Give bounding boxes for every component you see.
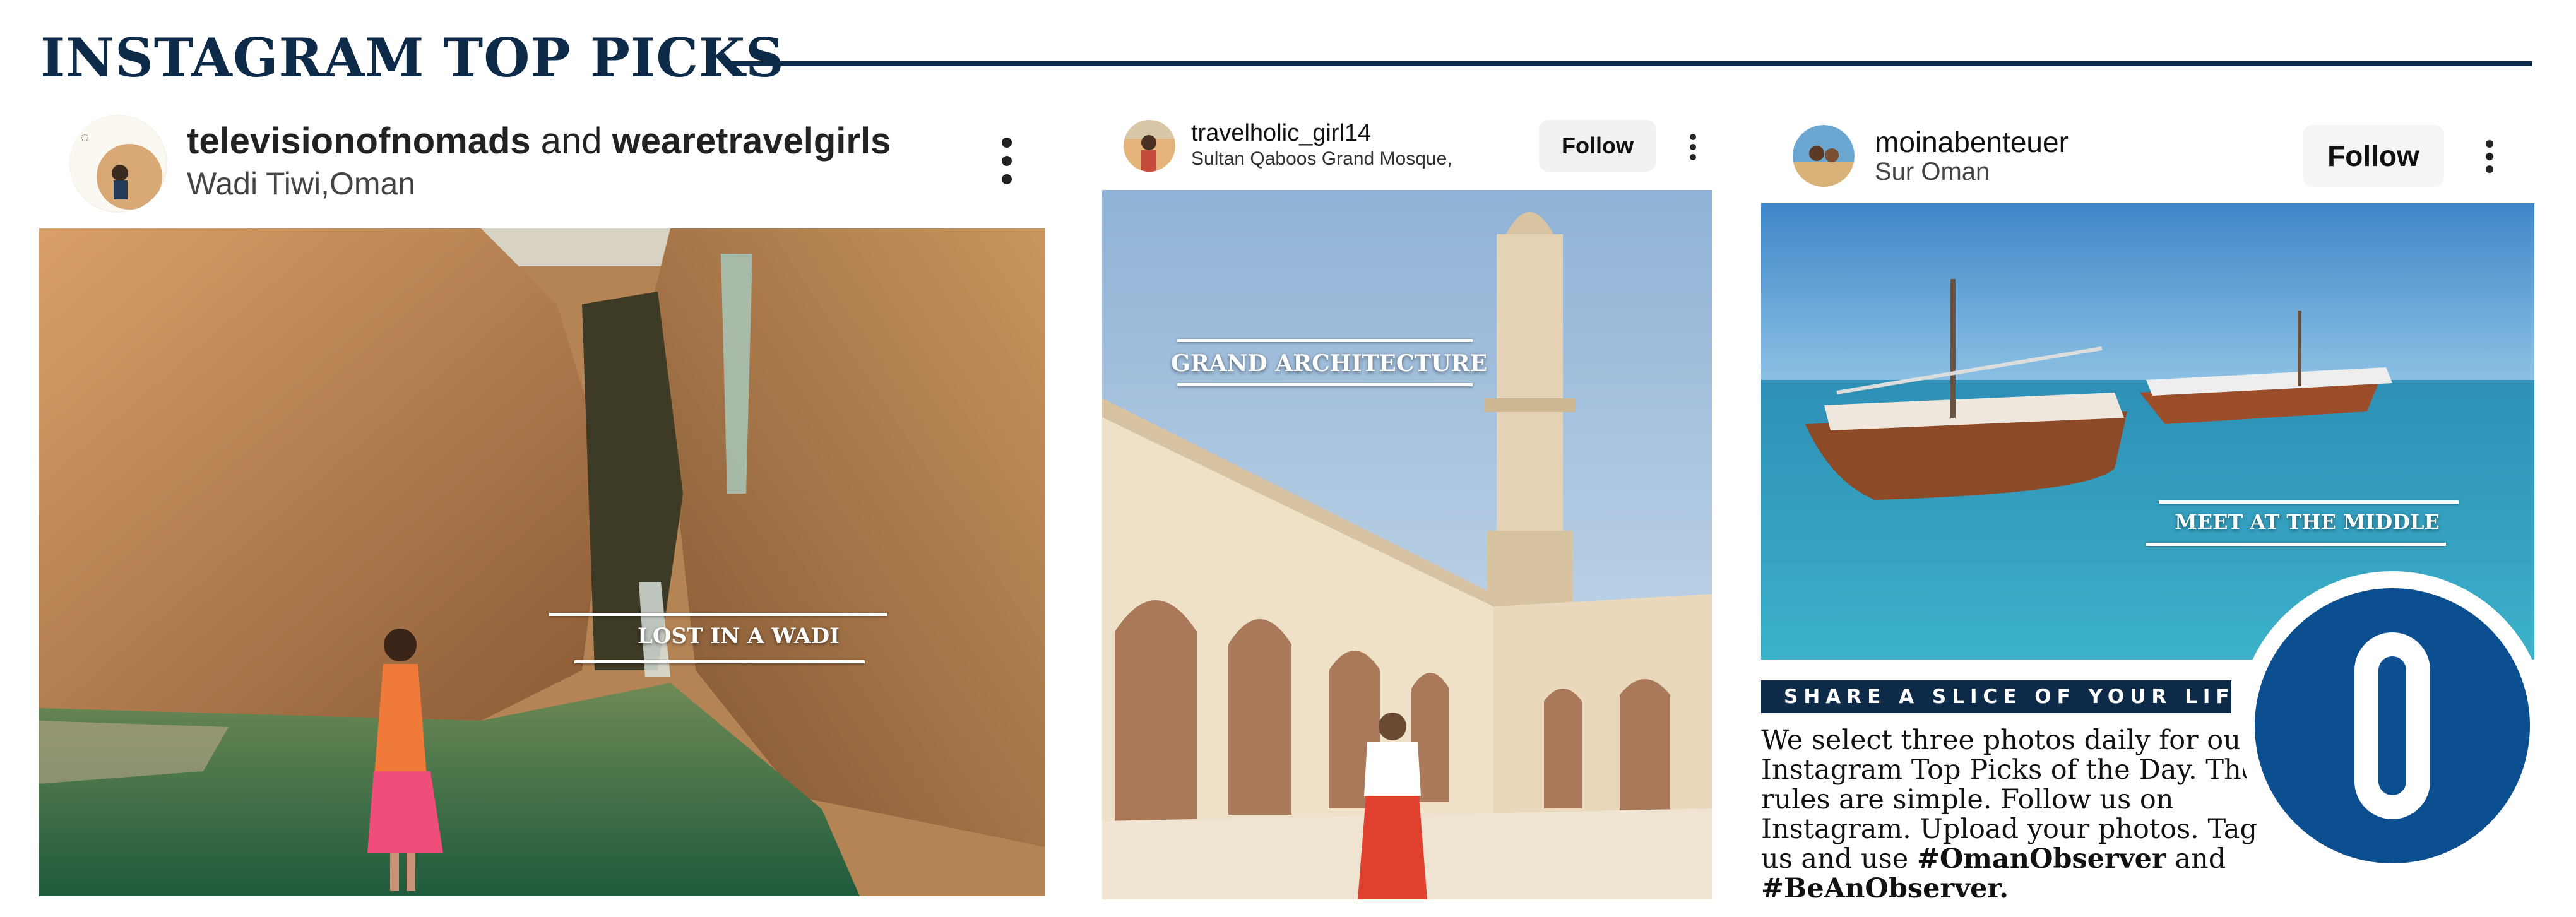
post3-location[interactable]: Sur Oman [1875, 158, 1990, 186]
share-and: and [2175, 843, 2226, 875]
post1-coauthor[interactable]: wearetravelgirls [612, 121, 891, 162]
post2-follow-button[interactable]: Follow [1539, 120, 1656, 172]
post3-caption: MEET AT THE MIDDLE [2175, 510, 2440, 534]
post3-caption-rule-bottom [2146, 543, 2446, 546]
post1-author-line: televisionofnomads and wearetravelgirls [187, 120, 891, 162]
hashtag-omanobserver[interactable]: #OmanObserver [1917, 843, 2166, 875]
share-banner: SHARE A SLICE OF YOUR LIFE [1761, 680, 2248, 713]
post1-more-icon[interactable] [1000, 138, 1013, 184]
post1-username[interactable]: televisionofnomads [187, 121, 531, 162]
post1-location[interactable]: Wadi Tiwi,Oman [187, 165, 415, 202]
post2-location[interactable]: Sultan Qaboos Grand Mosque, [1191, 148, 1452, 170]
post3-follow-button[interactable]: Follow [2303, 125, 2444, 187]
section-title: INSTAGRAM TOP PICKS [40, 27, 785, 89]
observer-logo: O [2255, 588, 2530, 863]
post3-more-icon[interactable] [2483, 140, 2496, 173]
post3-username[interactable]: moinabenteuer [1875, 125, 2069, 159]
post3-avatar[interactable] [1793, 125, 1855, 187]
post2-caption-rule-bottom [1177, 383, 1473, 386]
post1-caption-rule-bottom [574, 660, 865, 663]
post2-caption: GRAND ARCHITECTURE [1171, 350, 1488, 377]
share-body: We select three photos daily for our Ins… [1761, 726, 2260, 904]
post3-caption-rule-top [2159, 500, 2459, 504]
post2-more-icon[interactable] [1687, 134, 1699, 160]
post1-photo[interactable] [39, 228, 1045, 896]
post1-caption-rule-top [549, 613, 887, 616]
post1-connector: and [530, 121, 612, 162]
post2-caption-rule-top [1177, 339, 1473, 342]
post2-photo[interactable] [1102, 190, 1712, 899]
svg-text:◌: ◌ [81, 133, 88, 143]
post2-username[interactable]: travelholic_girl14 [1191, 120, 1371, 147]
post1-avatar[interactable]: ◌ [69, 115, 167, 213]
post2-avatar[interactable] [1124, 120, 1175, 172]
post1-caption: LOST IN A WADI [637, 624, 840, 649]
header-divider [726, 61, 2532, 66]
hashtag-beanobserver[interactable]: #BeAnObserver. [1761, 873, 2009, 904]
